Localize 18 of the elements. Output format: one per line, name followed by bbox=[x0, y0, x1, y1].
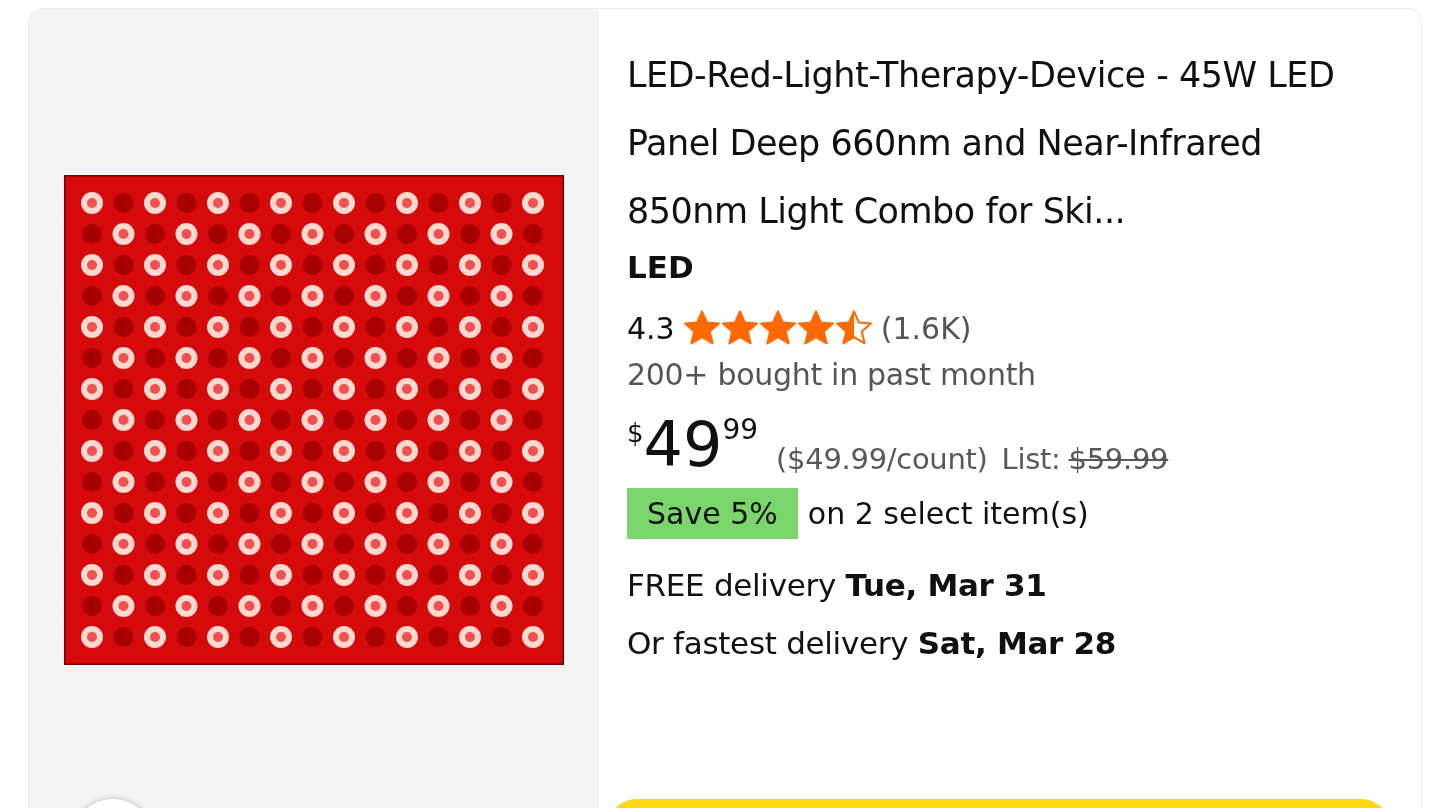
purchase-count: 200+ bought in past month bbox=[627, 357, 1037, 392]
price: $^{$}$49$^{99}$ bbox=[627, 414, 760, 476]
unit-price: ($49.99/count) bbox=[776, 442, 988, 476]
list-price-label: List: bbox=[1001, 442, 1061, 476]
star-icon bbox=[834, 309, 873, 347]
brand-name[interactable]: LED bbox=[627, 249, 1401, 285]
delivery-info: Or fastest delivery Sat, Mar 28 bbox=[627, 625, 1118, 661]
star-icon bbox=[796, 309, 835, 347]
list-price: $59.99 bbox=[1068, 442, 1169, 476]
star-icon bbox=[758, 309, 797, 347]
star-icon bbox=[720, 309, 759, 347]
star-icon bbox=[682, 309, 721, 347]
coupon-badge: Save 5% bbox=[627, 488, 798, 539]
rating-value: 4.3 bbox=[627, 310, 675, 346]
product-title[interactable]: LED-Red-Light-Therapy-Device - 45W LED Panel Deep 660nm and Near-Infrared 850nm Light Combo for Ski... bbox=[627, 41, 1347, 245]
delivery-info: FREE delivery Tue, Mar 31 bbox=[627, 567, 1048, 603]
coupon-text: on 2 select item(s) bbox=[807, 496, 1089, 531]
rating-count[interactable]: (1.6K) bbox=[880, 310, 972, 346]
